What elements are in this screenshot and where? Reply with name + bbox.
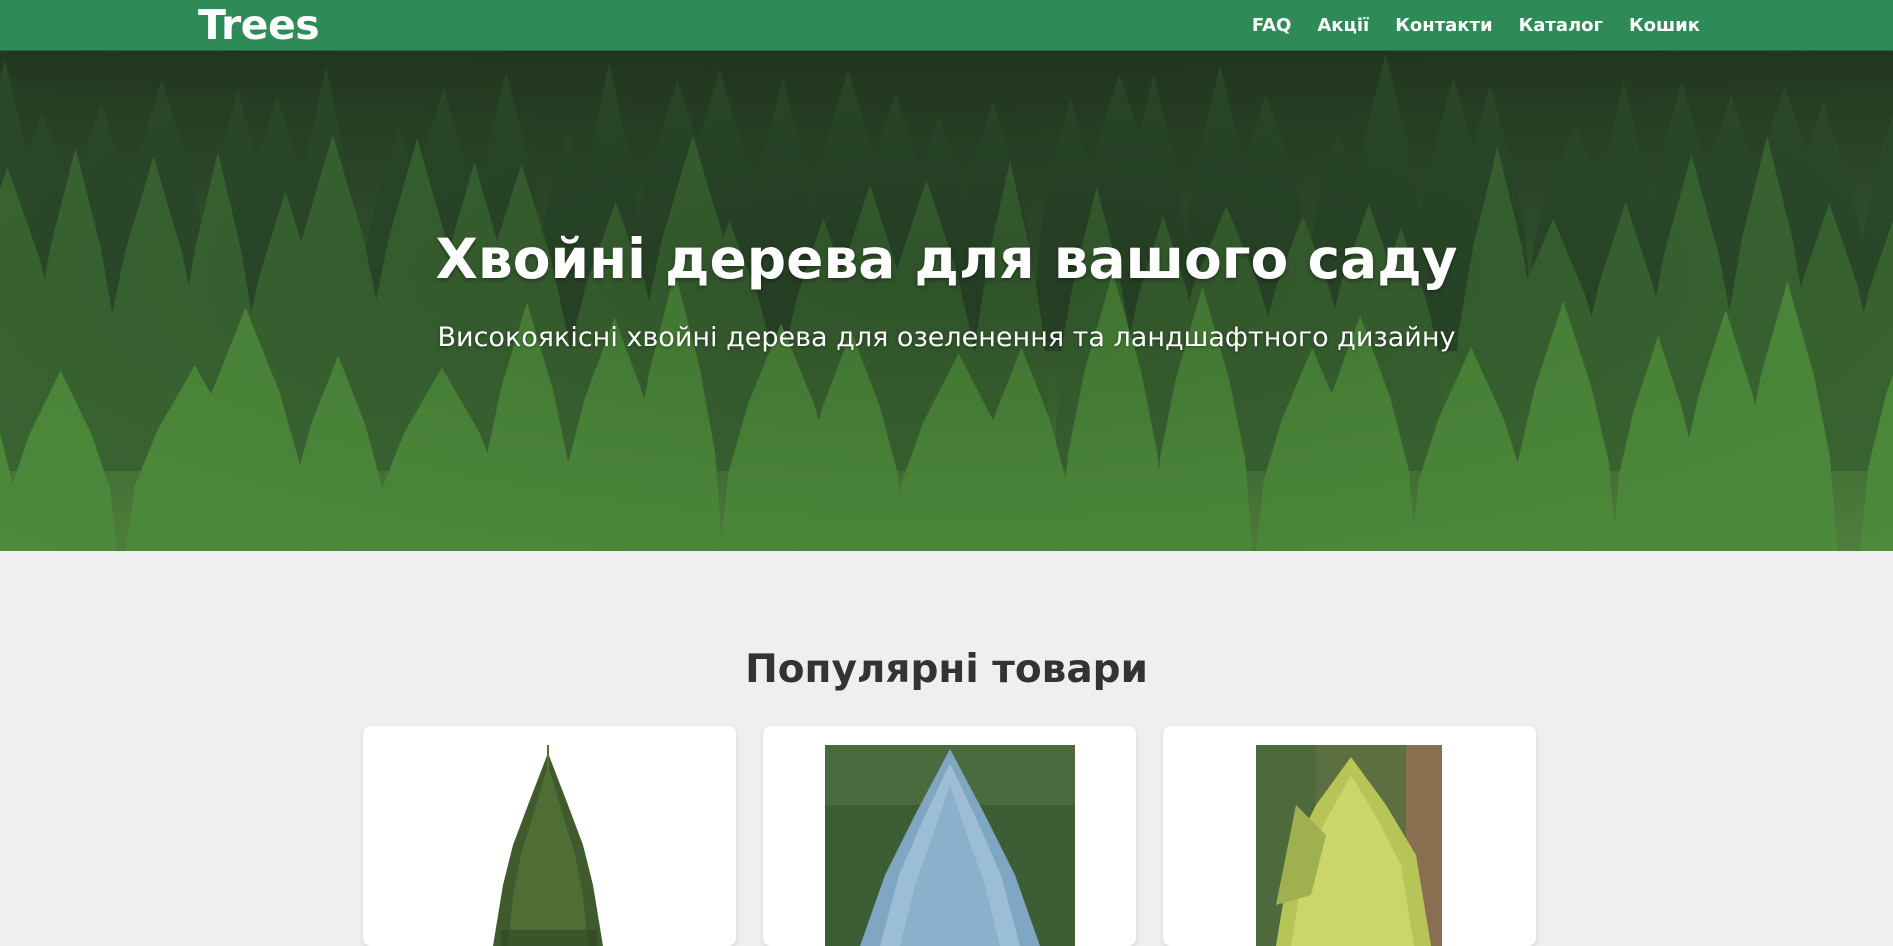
hero-title: Хвойні дерева для вашого саду	[435, 227, 1458, 291]
product-card[interactable]	[763, 726, 1136, 946]
hero-subtitle: Високоякісні хвойні дерева для озелененн…	[437, 322, 1456, 353]
section-title: Популярні товари	[745, 647, 1148, 692]
hero-banner: Хвойні дерева для вашого саду Високоякіс…	[0, 51, 1893, 551]
product-card[interactable]	[363, 726, 736, 946]
main-nav: FAQ Акції Контакти Каталог Кошик	[1252, 0, 1700, 51]
popular-products-section: Популярні товари	[0, 551, 1893, 946]
top-navbar: Trees FAQ Акції Контакти Каталог Кошик	[0, 0, 1893, 51]
hero-overlay	[0, 51, 1893, 551]
product-image[interactable]	[825, 745, 1075, 946]
product-image[interactable]	[443, 745, 653, 946]
nav-link-faq[interactable]: FAQ	[1252, 15, 1291, 36]
nav-link-promotions[interactable]: Акції	[1317, 15, 1369, 36]
nav-link-contacts[interactable]: Контакти	[1395, 15, 1492, 36]
product-image[interactable]	[1256, 745, 1442, 946]
nav-link-catalog[interactable]: Каталог	[1519, 15, 1603, 36]
nav-link-cart[interactable]: Кошик	[1629, 15, 1700, 36]
site-logo[interactable]: Trees	[198, 3, 320, 47]
product-card[interactable]	[1163, 726, 1536, 946]
